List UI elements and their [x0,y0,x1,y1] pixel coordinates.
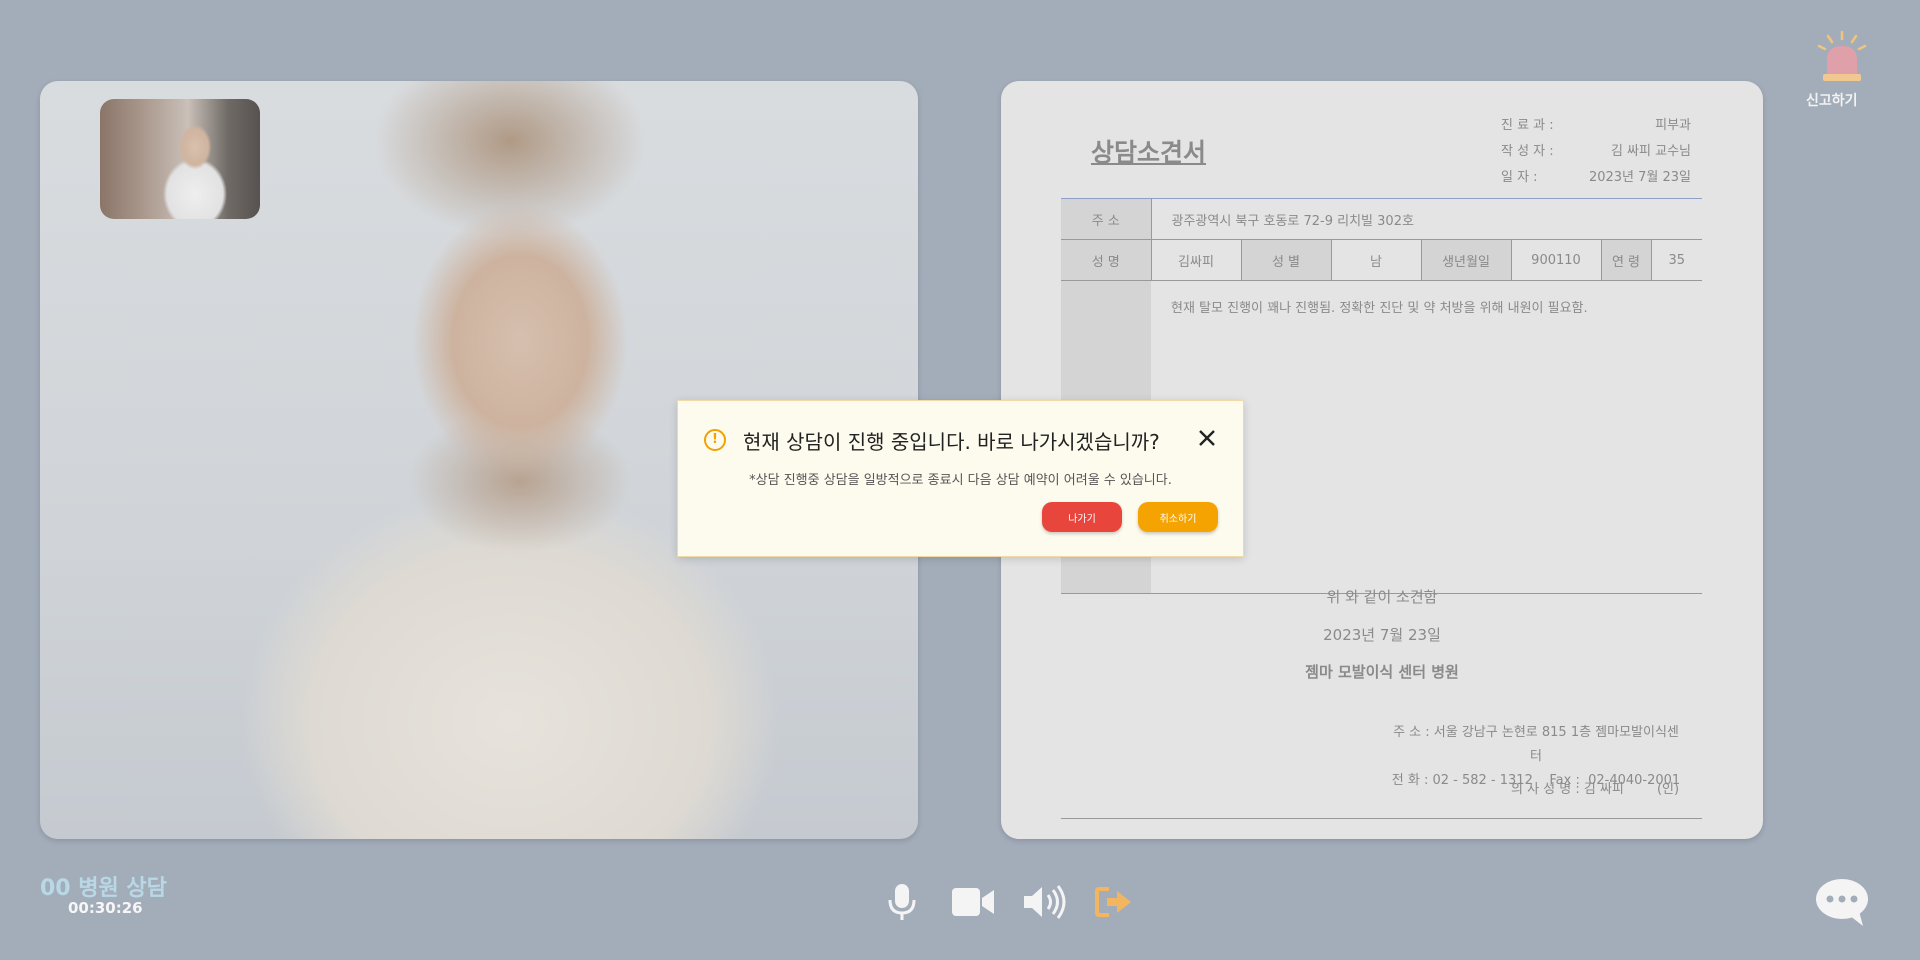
chat-bubble-icon [1816,879,1868,926]
leave-button[interactable] [1092,880,1136,924]
gender-value: 남 [1331,239,1421,281]
address-value: 광주광역시 북구 호동로 72-9 리치빌 302호 [1151,198,1702,240]
speaker-button[interactable] [1022,880,1066,924]
doctor-signature: 의 사 성 명 : 김 싸피 (인) [1511,782,1680,797]
birth-label: 생년월일 [1420,239,1512,281]
document-date: 2023년 7월 23일 [1323,626,1441,644]
room-title: 00 병원 상담 [40,876,167,901]
video-camera-icon [952,888,994,916]
meta-value: 김 싸피 교수님 [1610,144,1691,159]
name-label: 성 명 [1061,239,1152,281]
speaker-icon [1024,885,1066,919]
close-icon[interactable] [1194,425,1220,451]
birth-value: 900110 [1511,239,1601,281]
age-value: 35 [1651,239,1702,281]
meta-label: 진 료 과 : [1501,118,1554,133]
call-controls [880,880,1136,924]
hospital-name: 젬마 모발이식 센터 병원 [1305,663,1459,681]
siren-icon[interactable] [1815,30,1869,89]
session-timer: 00:30:26 [68,899,143,917]
divider [1061,818,1702,819]
meta-label: 작 성 자 : [1501,144,1554,159]
hospital-address: 주 소 : 서울 강남구 논현로 815 1층 젬마모발이식센터 [1393,725,1679,764]
report-label: 신고하기 [1806,93,1858,109]
leave-icon [1095,887,1131,917]
camera-button[interactable] [950,880,996,924]
cancel-button[interactable]: 취소하기 [1138,502,1218,532]
dialog-message: *상담 진행중 상담을 일방적으로 종료시 다음 상담 예약이 어려울 수 있습… [749,473,1172,488]
gender-label: 성 별 [1240,239,1332,281]
local-video-thumbnail[interactable] [100,99,260,219]
warning-icon: ! [704,429,726,451]
dialog-title: 현재 상담이 진행 중입니다. 바로 나가시겠습니까? [743,430,1160,454]
meta-value: 피부과 [1655,118,1691,133]
address-label: 주 소 [1061,198,1152,240]
meta-value: 2023년 7월 23일 [1588,170,1691,185]
exit-button[interactable]: 나가기 [1042,502,1122,532]
document-meta: 진 료 과 : 피부과 작 성 자 : 김 싸피 교수님 일 자 : 2023년 7월… [1501,113,1691,191]
document-title: 상담소견서 [1091,138,1207,167]
chat-button[interactable] [1815,878,1869,928]
conclusion-text: 위 와 같이 소견함 [1326,588,1438,606]
name-value: 김싸피 [1151,239,1241,281]
microphone-button[interactable] [880,880,924,924]
age-label: 연 령 [1600,239,1652,281]
microphone-icon [888,884,916,920]
leave-confirm-dialog: ! 현재 상담이 진행 중입니다. 바로 나가시겠습니까? *상담 진행중 상담… [677,400,1244,557]
meta-label: 일 자 : [1501,170,1538,185]
